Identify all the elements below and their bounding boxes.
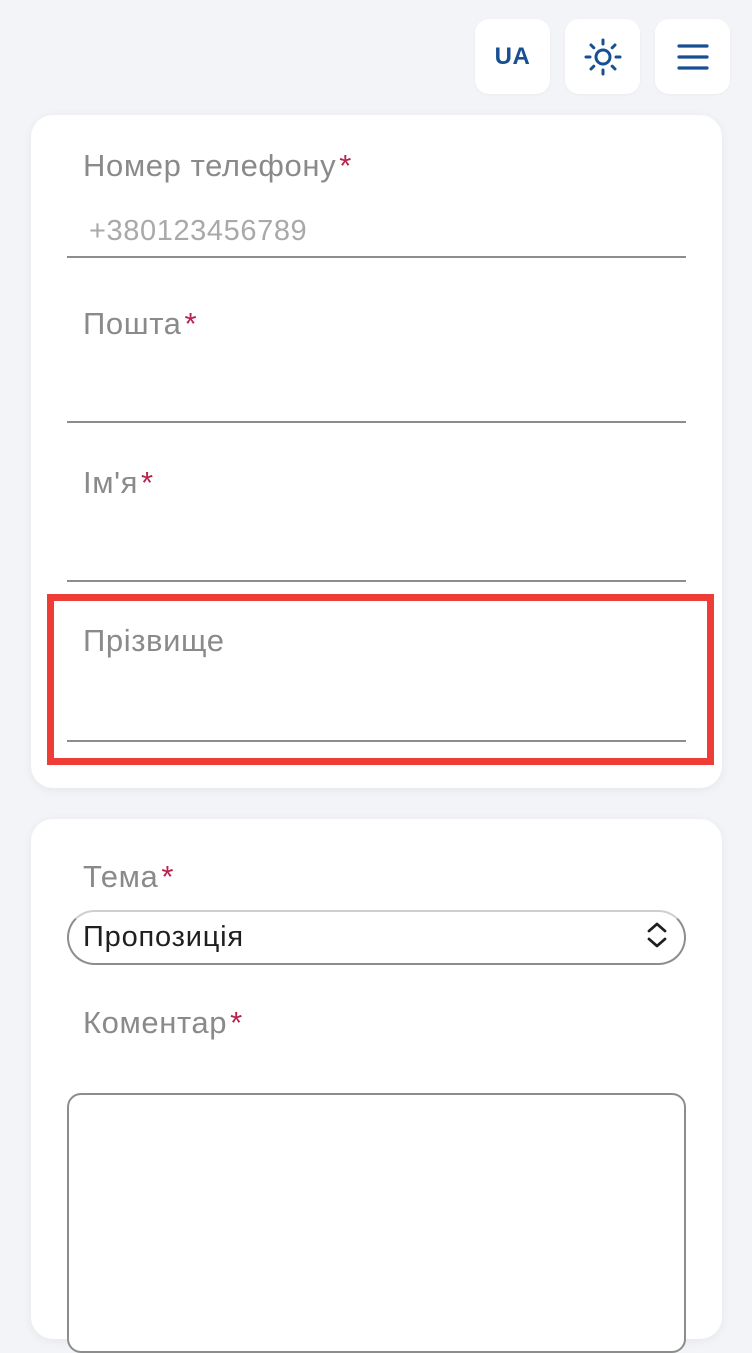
phone-label: Номер телефону bbox=[83, 148, 337, 183]
language-button[interactable]: UA bbox=[475, 19, 550, 94]
topic-label-row: Тема* bbox=[83, 859, 174, 895]
topic-select[interactable]: Пропозиція bbox=[67, 910, 686, 965]
phone-input[interactable] bbox=[67, 206, 686, 258]
language-label: UA bbox=[494, 42, 531, 70]
email-input[interactable] bbox=[67, 371, 686, 423]
email-field: Пошта* bbox=[67, 267, 686, 425]
email-label: Пошта bbox=[83, 306, 182, 341]
phone-field: Номер телефону* bbox=[67, 115, 686, 267]
last-name-input[interactable] bbox=[67, 690, 686, 742]
message-card: Тема* Пропозиція Коментар* bbox=[31, 819, 722, 1353]
chevron-up-down-icon bbox=[646, 921, 668, 954]
topic-select-value: Пропозиція bbox=[83, 921, 244, 953]
sun-icon bbox=[584, 38, 622, 76]
last-name-field: Прізвище bbox=[67, 585, 686, 745]
contact-details-card: Номер телефону* Пошта* Ім'я* Прізвище bbox=[31, 115, 722, 788]
first-name-input[interactable] bbox=[67, 530, 686, 582]
required-mark: * bbox=[184, 306, 198, 341]
first-name-field: Ім'я* bbox=[67, 425, 686, 585]
theme-toggle-button[interactable] bbox=[565, 19, 640, 94]
topic-label: Тема bbox=[83, 859, 159, 894]
required-mark: * bbox=[230, 1005, 243, 1040]
top-bar: UA bbox=[475, 19, 730, 94]
first-name-label: Ім'я bbox=[83, 465, 139, 500]
comment-textarea[interactable] bbox=[67, 1093, 686, 1353]
last-name-label: Прізвище bbox=[83, 623, 225, 658]
required-mark: * bbox=[161, 859, 175, 894]
hamburger-menu-icon bbox=[676, 42, 710, 72]
comment-label-row: Коментар* bbox=[83, 1005, 243, 1041]
comment-label: Коментар bbox=[83, 1005, 228, 1040]
menu-button[interactable] bbox=[655, 19, 730, 94]
required-mark: * bbox=[141, 465, 154, 500]
required-mark: * bbox=[339, 148, 352, 183]
